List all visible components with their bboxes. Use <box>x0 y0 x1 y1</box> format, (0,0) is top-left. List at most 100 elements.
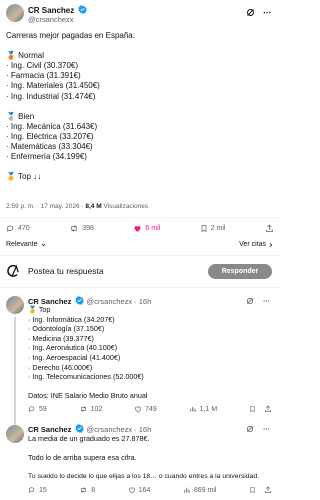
repost-icon <box>71 225 77 232</box>
bookmark-icon <box>201 225 207 233</box>
tweet-line: Datos: INE Salario Medio Bruto anual <box>28 391 148 401</box>
reply-button[interactable]: 470 <box>6 224 30 233</box>
handle-time[interactable]: @crsanchezx · 16h <box>87 425 152 434</box>
tweet-line: · Ing. Civil (30.370€) <box>6 61 79 71</box>
reply-icon <box>28 406 35 413</box>
tweet-line: · Ing. Industrial (31.474€) <box>6 91 96 101</box>
bookmark-count: 2 mil <box>210 225 226 232</box>
repost-count: 398 <box>82 225 94 232</box>
verified-badge-icon <box>78 5 88 14</box>
reply-input[interactable]: Postea tu respuesta <box>28 266 104 276</box>
bookmark-icon[interactable] <box>249 405 256 413</box>
like-count: 6 mil <box>145 225 161 232</box>
reply-button[interactable]: 59 <box>28 405 47 413</box>
like-icon <box>128 487 135 494</box>
grok-icon[interactable] <box>246 425 254 433</box>
tweet-line: · Ing. Aeroespacial (41.400€) <box>28 352 121 362</box>
avatar[interactable] <box>6 296 24 314</box>
reply-tweet: CR Sanchez @crsanchezx · 16h La media de… <box>0 419 280 500</box>
share-icon[interactable] <box>264 405 272 413</box>
reply-composer: Postea tu respuesta Responder <box>0 256 280 286</box>
grok-icon[interactable] <box>246 8 255 17</box>
more-icon[interactable] <box>262 425 271 433</box>
repost-button[interactable]: 398 <box>69 224 94 233</box>
main-tweet: CR Sanchez @crsanchezx Carreras mejor pa… <box>0 0 280 258</box>
tweet-line: · Ing. Eléctrica (33.207€) <box>6 131 94 141</box>
reply-icon <box>28 487 35 494</box>
views-button[interactable]: 1,1 M <box>189 405 218 413</box>
more-icon[interactable] <box>262 8 272 17</box>
handle[interactable]: @crsanchezx <box>28 15 87 24</box>
views-icon <box>184 487 190 493</box>
verified-badge-icon <box>75 296 85 305</box>
avatar[interactable] <box>6 4 24 22</box>
views-count: 1,1 M <box>199 405 218 413</box>
tweet-line <box>28 444 274 454</box>
thread-line <box>14 317 16 425</box>
views-icon <box>189 406 196 412</box>
reply-submit-button[interactable]: Responder <box>208 264 272 279</box>
tweet-line: · Odontología (37.150€) <box>28 324 105 334</box>
tweet-text: La media de un graduado es 27.878€. Todo… <box>28 434 274 482</box>
sort-label: Relevante <box>6 241 38 248</box>
timestamp[interactable]: 2:59 p. m. · 17 may. 2026 · <box>6 203 85 210</box>
tweet-line: · Matemáticas (33.304€) <box>6 142 93 152</box>
reply-count: 59 <box>39 405 47 413</box>
tweet-action-bar: 470 398 6 mil 2 mil <box>6 224 274 233</box>
repost-icon <box>80 406 86 412</box>
display-name[interactable]: CR Sanchez <box>28 425 71 434</box>
views-count: 8,4 M <box>85 203 102 210</box>
tweet-line: · Farmacia (31.391€) <box>6 71 81 81</box>
tweet-line: 🥉 Normal <box>6 51 44 61</box>
repost-button[interactable]: 102 <box>79 405 103 413</box>
chevron-right-icon <box>269 242 273 247</box>
tweet-line: · Ing. Informática (34.207€) <box>28 314 115 324</box>
tweet-line <box>6 102 274 112</box>
share-icon[interactable] <box>264 486 272 494</box>
repost-button[interactable]: 8 <box>79 486 95 494</box>
more-icon[interactable] <box>262 297 271 305</box>
share-icon <box>266 224 273 232</box>
tweet-line: · Ing. Telecomunicaciones (52.000€) <box>28 372 144 382</box>
tweet-meta: 2:59 p. m. · 17 may. 2026 · 8,4 M Visual… <box>6 203 148 210</box>
views-count: 869 mil <box>193 486 217 494</box>
share-button[interactable] <box>265 224 274 233</box>
bookmark-icon[interactable] <box>249 486 256 494</box>
tweet-line: 🥇 Top ↓↓ <box>6 172 42 182</box>
like-icon <box>135 406 142 413</box>
tweet-line: Tu sueldo lo decide lo que elijas a los … <box>28 473 259 481</box>
repost-count: 102 <box>90 405 103 413</box>
views-label: Visualizaciones <box>103 203 149 210</box>
tweet-line: · Enfermería (34.199€) <box>6 152 87 162</box>
avatar[interactable] <box>6 425 24 443</box>
views-button[interactable]: 869 mil <box>183 486 217 494</box>
quotes-label: Ver citas <box>239 241 266 248</box>
view-quotes-link[interactable]: Ver citas <box>239 241 274 248</box>
reply-icon <box>6 225 14 232</box>
tweet-text: 🥇 Top · Ing. Informática (34.207€) · Odo… <box>28 305 274 401</box>
tweet-action-bar: 59 102 749 1,1 M <box>28 405 272 413</box>
tweet-line: · Derecho (46.000€) <box>28 362 93 372</box>
like-button[interactable]: 164 <box>128 486 151 494</box>
reply-button[interactable]: 15 <box>28 486 47 494</box>
reply-count: 15 <box>39 486 47 494</box>
grok-icon[interactable] <box>246 297 254 305</box>
tweet-line: Todo lo de arriba supera esa cifra. <box>28 453 137 463</box>
bookmark-button[interactable]: 2 mil <box>200 224 226 233</box>
tweet-line <box>6 41 274 51</box>
tweet-line: · Ing. Materiales (31.450€) <box>6 81 100 91</box>
tweet-line: 🥈 Bien <box>6 111 35 121</box>
sort-selector[interactable]: Relevante <box>6 241 47 248</box>
like-button[interactable]: 749 <box>134 405 157 413</box>
like-count: 749 <box>145 405 157 413</box>
tweet-line: 🥇 Top <box>28 305 51 314</box>
display-name[interactable]: CR Sanchez <box>28 6 74 15</box>
tweet-action-bar: 15 8 164 869 mil <box>28 486 272 494</box>
like-count: 164 <box>138 486 151 494</box>
like-button[interactable]: 6 mil <box>133 224 160 233</box>
tweet-text: Carreras mejor pagadas en España: 🥉 Norm… <box>6 31 274 182</box>
repost-icon <box>81 487 87 493</box>
tweet-line: Carreras mejor pagadas en España: <box>6 31 135 40</box>
logo-icon <box>6 264 21 278</box>
tweet-line <box>28 463 274 473</box>
